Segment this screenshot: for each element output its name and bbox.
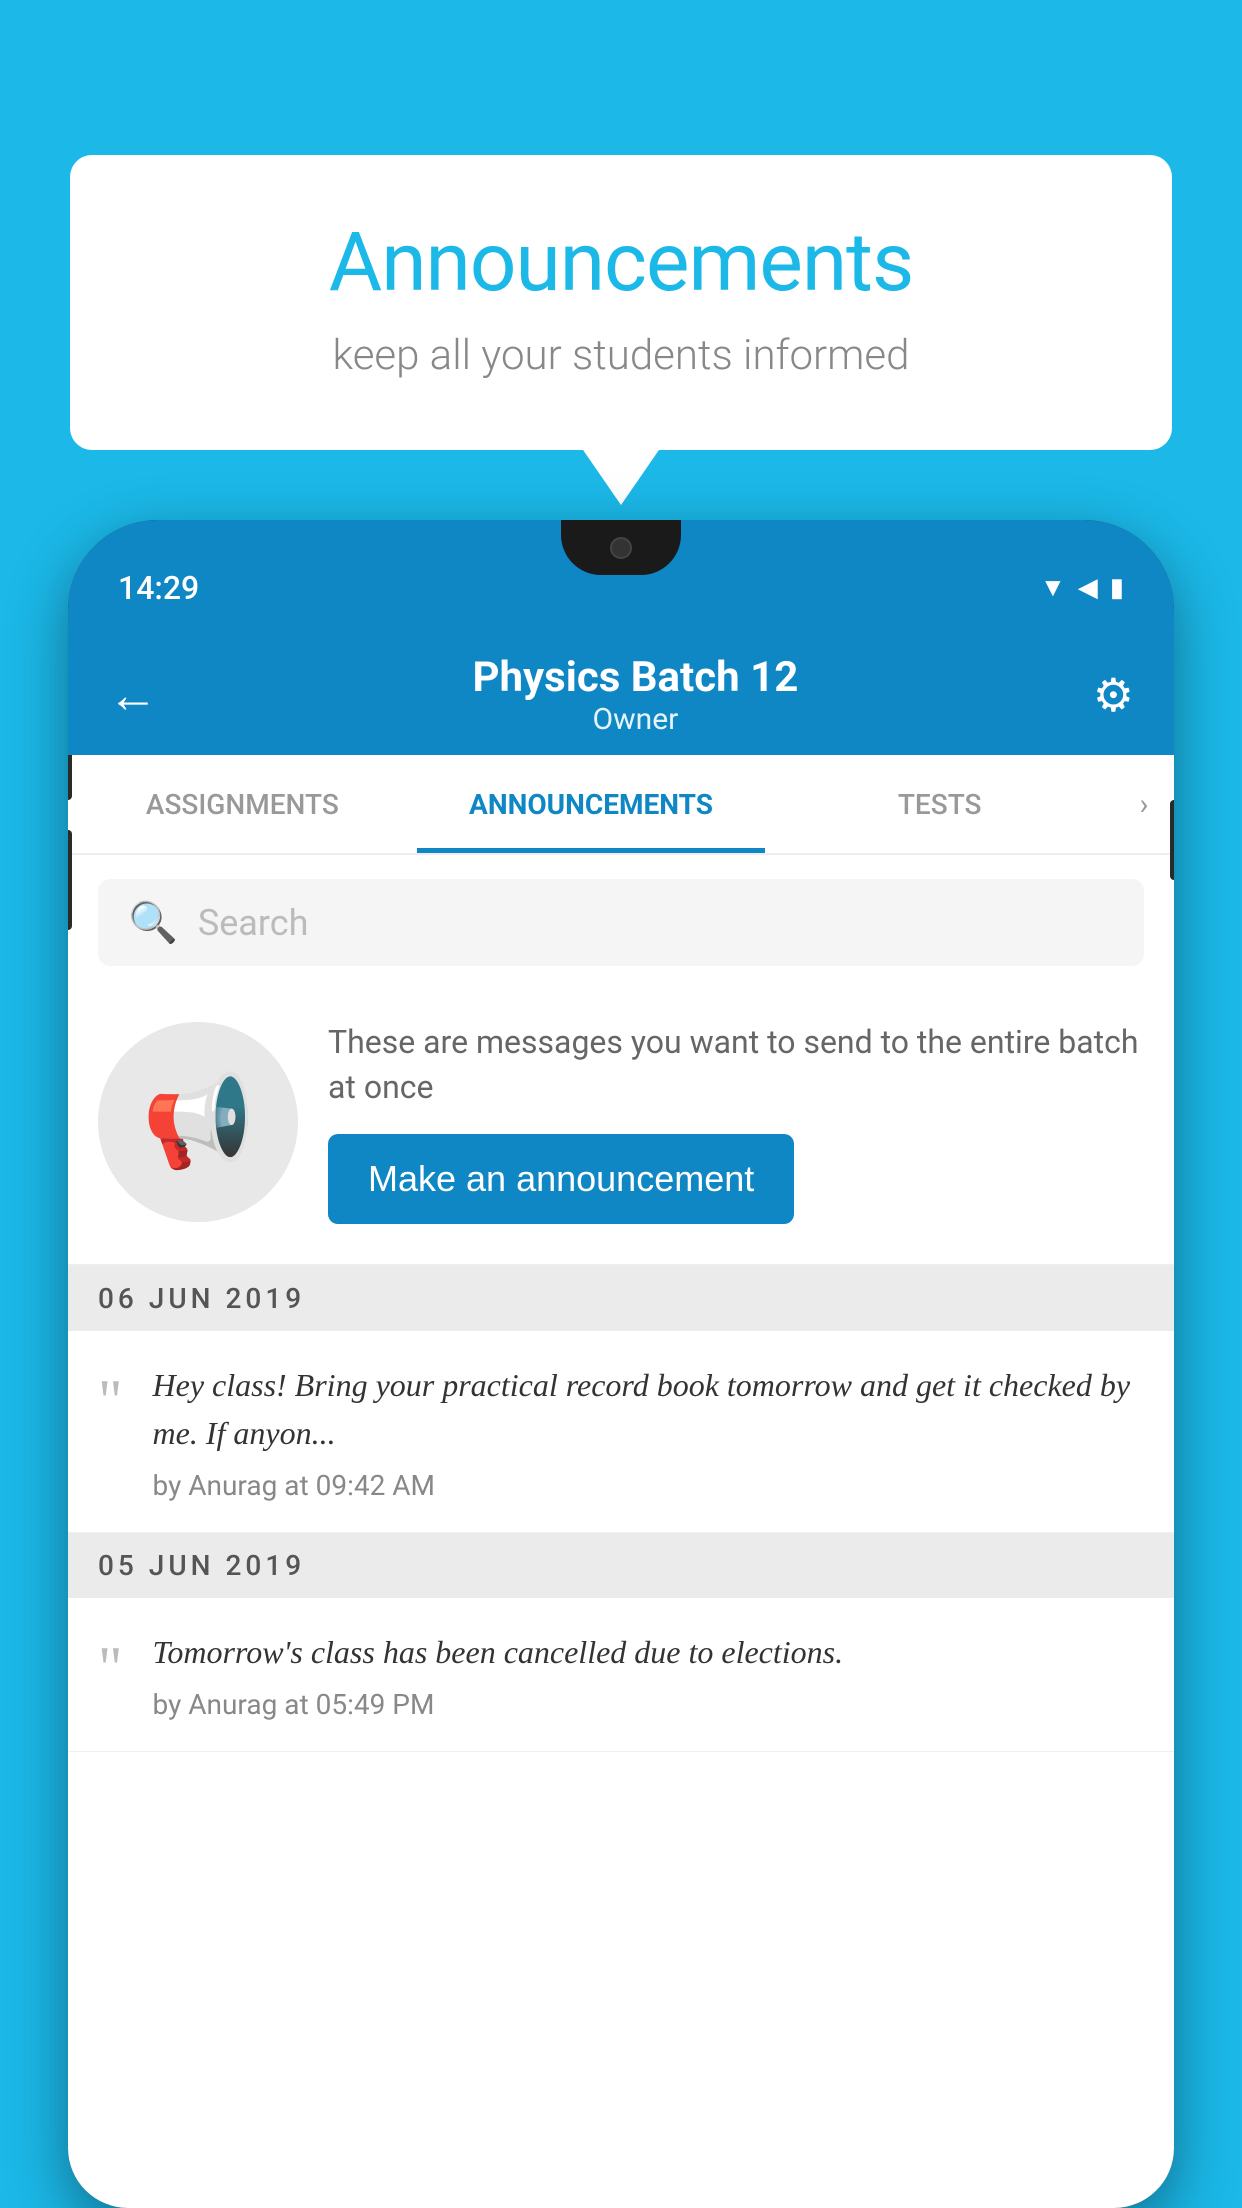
tabs-bar: ASSIGNMENTS ANNOUNCEMENTS TESTS ›	[68, 755, 1174, 855]
make-announcement-button[interactable]: Make an announcement	[328, 1134, 794, 1224]
megaphone-icon: 📢	[142, 1069, 254, 1174]
battery-icon: ▮	[1110, 573, 1124, 603]
announcement-item-2: " Tomorrow's class has been cancelled du…	[68, 1598, 1174, 1752]
app-bar-title-area: Physics Batch 12 Owner	[178, 653, 1093, 737]
search-icon: 🔍	[128, 899, 178, 946]
prompt-description: These are messages you want to send to t…	[328, 1020, 1144, 1110]
announcement-prompt: 📢 These are messages you want to send to…	[68, 990, 1174, 1266]
tab-more[interactable]: ›	[1114, 755, 1174, 853]
announcement-item-1: " Hey class! Bring your practical record…	[68, 1331, 1174, 1533]
quote-icon: "	[98, 1371, 123, 1431]
search-bar[interactable]: 🔍 Search	[98, 879, 1144, 966]
announcement-text-2: Tomorrow's class has been cancelled due …	[153, 1628, 1145, 1676]
announcement-meta-2: by Anurag at 05:49 PM	[153, 1688, 1145, 1721]
power-button	[1170, 800, 1174, 880]
speech-bubble: Announcements keep all your students inf…	[70, 155, 1172, 450]
phone-screen: ← Physics Batch 12 Owner ⚙ ASSIGNMENTS A…	[68, 635, 1174, 2208]
signal-icon: ◀	[1078, 573, 1098, 603]
status-time: 14:29	[118, 569, 199, 607]
status-bar: 14:29 ▼ ◀ ▮	[68, 520, 1174, 635]
search-placeholder: Search	[198, 902, 309, 944]
phone-frame: 14:29 ▼ ◀ ▮ ← Physics Batch 12 Owner ⚙ A…	[68, 520, 1174, 2208]
tab-assignments[interactable]: ASSIGNMENTS	[68, 755, 417, 853]
settings-button[interactable]: ⚙	[1093, 668, 1134, 723]
notch	[561, 520, 681, 575]
quote-icon-2: "	[98, 1638, 123, 1698]
announcement-text-1: Hey class! Bring your practical record b…	[153, 1361, 1145, 1457]
tab-tests[interactable]: TESTS	[765, 755, 1114, 853]
prompt-right: These are messages you want to send to t…	[328, 1020, 1144, 1224]
date-divider-june6: 06 JUN 2019	[68, 1266, 1174, 1331]
batch-role: Owner	[178, 702, 1093, 737]
app-bar: ← Physics Batch 12 Owner ⚙	[68, 635, 1174, 755]
camera	[610, 537, 632, 559]
announcements-title: Announcements	[150, 215, 1092, 311]
announcement-content-1: Hey class! Bring your practical record b…	[153, 1361, 1145, 1502]
tab-announcements[interactable]: ANNOUNCEMENTS	[417, 755, 766, 853]
megaphone-circle: 📢	[98, 1022, 298, 1222]
announcements-subtitle: keep all your students informed	[150, 331, 1092, 380]
announcement-content-2: Tomorrow's class has been cancelled due …	[153, 1628, 1145, 1721]
wifi-icon: ▼	[1040, 572, 1066, 603]
speech-bubble-card: Announcements keep all your students inf…	[70, 155, 1172, 450]
batch-name: Physics Batch 12	[178, 653, 1093, 702]
status-icons: ▼ ◀ ▮	[1040, 572, 1124, 603]
back-button[interactable]: ←	[108, 666, 158, 725]
announcement-meta-1: by Anurag at 09:42 AM	[153, 1469, 1145, 1502]
date-divider-june5: 05 JUN 2019	[68, 1533, 1174, 1598]
